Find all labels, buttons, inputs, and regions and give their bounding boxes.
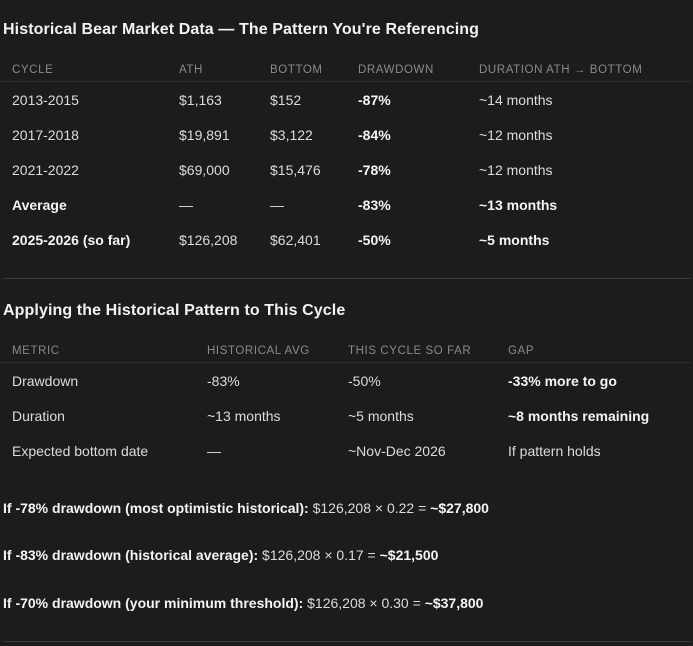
column-header-duration: DURATION ATH → BOTTOM — [467, 59, 691, 82]
cell-this-cycle: ~5 months — [348, 407, 414, 424]
cell-drawdown: -83% — [358, 196, 391, 213]
cell-drawdown: -87% — [358, 91, 391, 108]
scenario-formula: $126,208 × 0.17 = — [258, 547, 380, 563]
scenario-result: ~$37,800 — [424, 595, 484, 611]
content: Historical Bear Market Data — The Patter… — [0, 0, 693, 646]
cell-cycle: 2017-2018 — [12, 126, 79, 143]
cell-drawdown: -50% — [358, 231, 391, 248]
column-header-this-cycle: THIS CYCLE SO FAR — [336, 340, 496, 363]
section-heading-applying: Applying the Historical Pattern to This … — [3, 302, 346, 319]
cell-drawdown: -78% — [358, 161, 391, 178]
cell-duration: ~5 months — [479, 231, 550, 248]
scenario-result: ~$27,800 — [430, 500, 489, 516]
scenario-label: If -83% drawdown (historical average): — [3, 547, 259, 563]
cell-duration: ~12 months — [479, 126, 553, 143]
cell-metric: Expected bottom date — [12, 442, 149, 459]
table-row: 2017-2018 $19,891 $3,122 -84% ~12 months — [0, 117, 691, 152]
cell-ath: $126,208 — [179, 231, 238, 248]
cell-bottom: — — [270, 196, 284, 213]
cell-gap: If pattern holds — [508, 442, 601, 459]
scenario-label: If -78% drawdown (most optimistic histor… — [3, 500, 309, 516]
column-header-metric: METRIC — [0, 340, 195, 363]
historical-bear-table: CYCLE ATH BOTTOM DRAWDOWN DURATION ATH →… — [0, 59, 691, 257]
table-row: 2021-2022 $69,000 $15,476 -78% ~12 month… — [0, 152, 691, 187]
section-divider — [3, 278, 691, 279]
cell-cycle: 2021-2022 — [12, 161, 79, 178]
section-heading-historical: Historical Bear Market Data — The Patter… — [3, 21, 480, 38]
table-header-row: CYCLE ATH BOTTOM DRAWDOWN DURATION ATH →… — [0, 59, 691, 82]
cell-historical-avg: -83% — [207, 372, 240, 389]
cell-metric: Duration — [12, 407, 65, 424]
column-header-historical-avg: HISTORICAL AVG — [195, 340, 336, 363]
scenario-label: If -70% drawdown (your minimum threshold… — [3, 595, 304, 611]
scenario-optimistic: If -78% drawdown (most optimistic histor… — [3, 500, 489, 516]
table-header-row: METRIC HISTORICAL AVG THIS CYCLE SO FAR … — [0, 340, 691, 363]
cell-duration: ~13 months — [479, 196, 558, 213]
table-row-average: Average — — -83% ~13 months — [0, 187, 691, 222]
cell-ath: — — [179, 196, 193, 213]
cell-historical-avg: ~13 months — [207, 407, 281, 424]
scenario-minimum-threshold: If -70% drawdown (your minimum threshold… — [3, 595, 483, 611]
scenario-result: ~$21,500 — [379, 547, 439, 563]
table-row-current: 2025-2026 (so far) $126,208 $62,401 -50%… — [0, 222, 691, 257]
cell-gap: -33% more to go — [508, 372, 617, 389]
cell-duration: ~12 months — [479, 161, 553, 178]
cell-cycle: 2013-2015 — [12, 91, 79, 108]
column-header-cycle: CYCLE — [0, 59, 167, 82]
cell-drawdown: -84% — [358, 126, 391, 143]
scenario-formula: $126,208 × 0.30 = — [303, 595, 425, 611]
cell-ath: $1,163 — [179, 91, 222, 108]
table-row: Drawdown -83% -50% -33% more to go — [0, 363, 691, 399]
cell-this-cycle: -50% — [348, 372, 381, 389]
scenario-formula: $126,208 × 0.22 = — [308, 500, 431, 516]
cell-ath: $19,891 — [179, 126, 230, 143]
column-header-drawdown: DRAWDOWN — [346, 59, 467, 82]
scenario-average: If -83% drawdown (historical average): $… — [3, 547, 438, 563]
pattern-comparison-table: METRIC HISTORICAL AVG THIS CYCLE SO FAR … — [0, 340, 691, 468]
cell-bottom: $15,476 — [270, 161, 321, 178]
cell-bottom: $62,401 — [270, 231, 321, 248]
cell-duration: ~14 months — [479, 91, 553, 108]
table-row: Duration ~13 months ~5 months ~8 months … — [0, 398, 691, 433]
cell-historical-avg: — — [207, 442, 221, 459]
cell-cycle: 2025-2026 (so far) — [12, 231, 131, 248]
column-header-gap: GAP — [496, 340, 691, 363]
cell-bottom: $152 — [270, 91, 302, 108]
section-divider — [3, 641, 691, 642]
column-header-bottom: BOTTOM — [258, 59, 346, 82]
cell-ath: $69,000 — [179, 161, 230, 178]
cell-this-cycle: ~Nov-Dec 2026 — [348, 442, 446, 459]
cell-bottom: $3,122 — [270, 126, 313, 143]
cell-gap: ~8 months remaining — [508, 407, 650, 424]
cell-cycle: Average — [12, 196, 67, 213]
cell-metric: Drawdown — [12, 372, 79, 389]
column-header-ath: ATH — [167, 59, 258, 82]
table-row: Expected bottom date — ~Nov-Dec 2026 If … — [0, 433, 691, 468]
table-row: 2013-2015 $1,163 $152 -87% ~14 months — [0, 82, 691, 118]
